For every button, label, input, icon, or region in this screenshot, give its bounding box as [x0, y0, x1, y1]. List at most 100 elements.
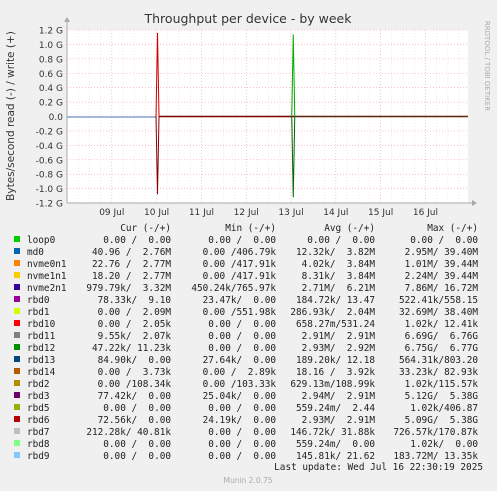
y-tick-label: 0.2 G [39, 99, 63, 109]
legend-swatch [14, 356, 20, 362]
legend-value-max: 726.57k/170.87k [393, 427, 478, 438]
y-tick-label: -0.6 G [36, 156, 63, 166]
legend-value-min: 23.47k/ 0.00 [203, 295, 277, 306]
legend-value-cur: 84.90k/ 0.00 [98, 355, 172, 366]
legend-value-min: 27.64k/ 0.00 [203, 355, 277, 366]
legend-value-min: 0.00 /406.79k [203, 247, 277, 258]
x-tick-label: 11 Jul [189, 208, 214, 218]
y-tick-label: -0.8 G [36, 171, 63, 181]
legend-swatch [14, 428, 20, 434]
legend-value-max: 1.02k/ 0.00 [410, 439, 478, 450]
legend-value-min: 0.00 / 0.00 [208, 451, 276, 462]
legend-swatch [14, 236, 20, 242]
legend-series-name: nvme0n1 [27, 259, 67, 270]
legend-series-name: rbd5 [27, 403, 50, 414]
legend-series-name: rbd1 [27, 307, 50, 318]
legend-value-avg: 4.02k/ 3.84M [302, 259, 376, 270]
legend-value-avg: 184.72k/ 13.47 [296, 295, 375, 306]
legend-value-cur: 212.28k/ 40.81k [86, 427, 171, 438]
x-tick-label: 12 Jul [234, 208, 259, 218]
legend-value-cur: 0.00 / 0.00 [103, 403, 171, 414]
legend-series-name: loop0 [27, 235, 56, 246]
legend-swatch [14, 392, 20, 398]
legend-value-avg: 189.20k/ 12.18 [296, 355, 375, 366]
legend-series-name: md0 [27, 247, 44, 258]
y-axis-arrow [64, 17, 70, 22]
legend-swatch [14, 404, 20, 410]
legend-value-cur: 0.00 /108.34k [98, 379, 172, 390]
y-tick-label: 0.0 [49, 113, 64, 123]
legend-value-min: 0.00 / 0.00 [208, 343, 276, 354]
legend-value-min: 25.04k/ 0.00 [203, 391, 277, 402]
rrdtool-credit: RRDTOOL / TOBI OETIKER [483, 21, 491, 111]
legend-value-cur: 979.79k/ 3.32M [86, 283, 171, 294]
legend-series-name: rbd2 [27, 379, 50, 390]
legend-series-name: rbd14 [27, 367, 56, 378]
legend-series-name: rbd11 [27, 331, 56, 342]
legend-value-max: 1.02k/ 12.41k [405, 319, 479, 330]
legend-value-cur: 0.00 / 3.73k [98, 367, 172, 378]
legend-value-cur: 40.96 / 2.76M [92, 247, 171, 258]
legend-swatch [14, 320, 20, 326]
legend-value-max: 1.02k/406.87 [410, 403, 478, 414]
x-axis-arrow [472, 200, 477, 206]
legend-value-avg: 146.72k/ 31.88k [290, 427, 375, 438]
legend-value-max: 183.72M/ 13.35k [393, 451, 478, 462]
legend-value-cur: 22.76 / 2.77M [92, 259, 171, 270]
legend-swatch [14, 440, 20, 446]
x-tick-label: 09 Jul [99, 208, 124, 218]
legend-value-avg: 2.93M/ 2.91M [302, 415, 376, 426]
y-tick-label: 0.8 G [39, 55, 63, 65]
legend-value-max: 5.12G/ 5.38G [405, 391, 479, 402]
y-tick-label: -0.4 G [36, 142, 63, 152]
legend-swatch [14, 332, 20, 338]
legend-value-max: 2.24M/ 39.44M [405, 271, 479, 282]
legend-series-name: rbd7 [27, 427, 50, 438]
legend-value-avg: 286.93k/ 2.04M [290, 307, 375, 318]
legend-column-header: Cur (-/+) [120, 223, 171, 234]
x-tick-label: 10 Jul [144, 208, 169, 218]
legend-value-avg: 12.32k/ 3.82M [296, 247, 375, 258]
last-update: Last update: Wed Jul 16 22:30:19 2025 [274, 462, 483, 473]
legend-value-min: 450.24k/765.97k [191, 283, 276, 294]
legend-value-min: 0.00 / 0.00 [208, 331, 276, 342]
legend-value-max: 1.01M/ 39.44M [405, 259, 479, 270]
legend-series-name: rbd8 [27, 439, 50, 450]
chart-title: Throughput per device - by week [144, 11, 353, 26]
legend-value-cur: 0.00 / 2.05k [98, 319, 172, 330]
legend-value-min: 0.00 / 0.00 [208, 235, 276, 246]
legend-swatch [14, 248, 20, 254]
legend-value-avg: 559.24m/ 2.44 [296, 403, 375, 414]
x-tick-label: 15 Jul [368, 208, 393, 218]
x-tick-label: 16 Jul [413, 208, 438, 218]
x-tick-label: 14 Jul [323, 208, 348, 218]
legend-value-cur: 47.22k/ 11.23k [92, 343, 171, 354]
legend-series-name: nvme1n1 [27, 271, 67, 282]
legend-series-name: rbd13 [27, 355, 55, 366]
legend-swatch [14, 452, 20, 458]
legend-value-cur: 0.00 / 0.00 [103, 235, 171, 246]
legend-series-name: nvme2n1 [27, 283, 67, 294]
legend-value-avg: 2.91M/ 2.91M [302, 331, 376, 342]
y-axis-label: Bytes/second read (-) / write (+) [5, 31, 17, 201]
legend-value-min: 0.00 /103.33k [203, 379, 277, 390]
legend-value-cur: 77.42k/ 0.00 [98, 391, 172, 402]
legend-value-max: 5.09G/ 5.38G [405, 415, 479, 426]
legend-value-avg: 2.93M/ 2.92M [302, 343, 376, 354]
x-tick-label: 13 Jul [278, 208, 303, 218]
y-tick-label: -1.0 G [36, 185, 63, 195]
legend-value-max: 33.23k/ 82.93k [399, 367, 478, 378]
legend-value-min: 0.00 / 0.00 [208, 427, 276, 438]
y-tick-label: 0.6 G [39, 70, 63, 80]
legend-value-min: 0.00 /551.98k [203, 307, 277, 318]
legend-value-min: 0.00 / 0.00 [208, 403, 276, 414]
legend-value-avg: 8.31k/ 3.84M [302, 271, 376, 282]
legend-series-name: rbd6 [27, 415, 50, 426]
legend-value-avg: 145.81k/ 21.62 [296, 451, 375, 462]
munin-version: Munin 2.0.75 [223, 476, 272, 485]
legend-value-cur: 18.20 / 2.77M [92, 271, 171, 282]
y-tick-label: 0.4 G [39, 84, 63, 94]
legend-swatch [14, 284, 20, 290]
legend-value-avg: 2.71M/ 6.21M [302, 283, 376, 294]
legend-value-min: 0.00 /417.91k [203, 259, 277, 270]
